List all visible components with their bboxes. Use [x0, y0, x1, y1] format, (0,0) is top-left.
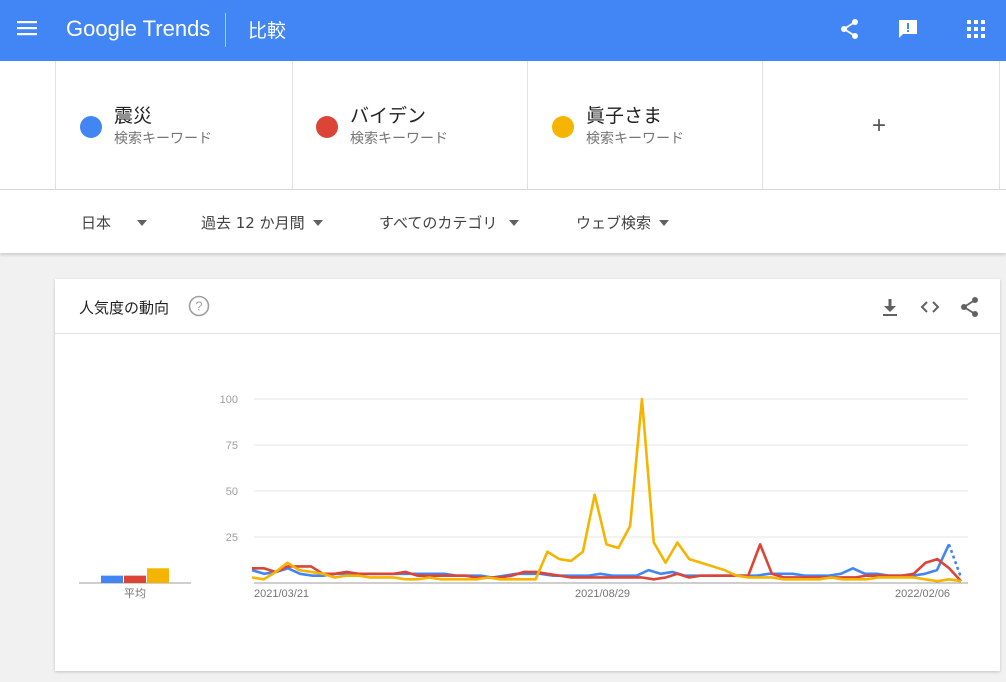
y-tick-label: 100	[220, 394, 238, 406]
average-label: 平均	[124, 587, 146, 600]
term-color-dot	[552, 116, 574, 138]
feedback-icon[interactable]	[897, 18, 919, 40]
share-icon[interactable]	[839, 18, 861, 40]
page-title: 比較	[248, 20, 287, 42]
average-bar	[124, 575, 146, 583]
term-name[interactable]: 震災	[114, 101, 152, 128]
card-header: 人気度の動向 ?	[55, 279, 1000, 334]
interest-over-time-card: 人気度の動向 ? 25 50 75 100 平均 2021/03/21 2021/08/29…	[55, 279, 1000, 671]
average-bar	[147, 568, 169, 583]
term-color-dot	[80, 116, 102, 138]
search-type-filter[interactable]: ウェブ検索	[576, 212, 670, 233]
card-title: 人気度の動向	[79, 299, 170, 317]
region-filter[interactable]: 日本	[81, 212, 148, 233]
term-subtitle: 検索キーワード	[114, 131, 212, 147]
header-divider	[225, 13, 226, 47]
help-icon-glyph: ?	[195, 299, 202, 314]
x-tick-label: 2021/08/29	[575, 588, 630, 600]
help-icon[interactable]: ?	[188, 295, 210, 317]
term-name[interactable]: バイデン	[350, 101, 426, 128]
chevron-down-icon	[312, 219, 323, 226]
term-card-1[interactable]: 震災 検索キーワード	[55, 61, 293, 189]
category-filter[interactable]: すべてのカテゴリ	[379, 212, 520, 233]
trend-chart: 25 50 75 100 平均 2021/03/21 2021/08/29 2022/02/0…	[79, 394, 968, 600]
embed-icon[interactable]	[919, 296, 941, 318]
search-type-filter-label: ウェブ検索	[576, 214, 652, 232]
top-app-bar: Google Trends 比較	[0, 0, 1006, 61]
share-icon[interactable]	[959, 296, 981, 318]
term-color-dot	[316, 116, 338, 138]
y-tick-label: 75	[226, 440, 238, 452]
term-subtitle: 検索キーワード	[586, 131, 684, 147]
chevron-down-icon	[659, 219, 670, 226]
category-filter-label: すべてのカテゴリ	[379, 214, 498, 232]
region-filter-label: 日本	[81, 214, 112, 232]
chevron-down-icon	[137, 219, 148, 226]
x-tick-label: 2021/03/21	[254, 588, 309, 600]
series-line-partial	[947, 543, 963, 578]
series-line	[251, 397, 962, 583]
apps-grid-icon[interactable]	[965, 18, 987, 40]
y-tick-label: 50	[226, 486, 238, 498]
filter-bar: 日本 過去 12 か月間 すべてのカテゴリ ウェブ検索	[0, 190, 1006, 253]
period-filter[interactable]: 過去 12 か月間	[201, 212, 323, 233]
x-tick-label: 2022/02/06	[895, 588, 950, 600]
y-tick-label: 25	[226, 532, 238, 544]
term-subtitle: 検索キーワード	[350, 131, 448, 147]
term-card-3[interactable]: 眞子さま 検索キーワード	[528, 61, 763, 189]
google-trends-logo[interactable]: Google Trends	[66, 16, 210, 42]
download-icon[interactable]	[879, 296, 901, 318]
average-bar	[101, 575, 123, 583]
term-name[interactable]: 眞子さま	[586, 101, 662, 128]
add-term-button[interactable]: +	[872, 112, 886, 140]
term-card-2[interactable]: バイデン 検索キーワード	[292, 61, 528, 189]
chevron-down-icon	[509, 219, 520, 226]
period-filter-label: 過去 12 か月間	[201, 214, 305, 232]
menu-icon[interactable]	[17, 20, 37, 36]
comparison-terms-bar: 震災 検索キーワード バイデン 検索キーワード 眞子さま 検索キーワード +	[0, 61, 1006, 190]
